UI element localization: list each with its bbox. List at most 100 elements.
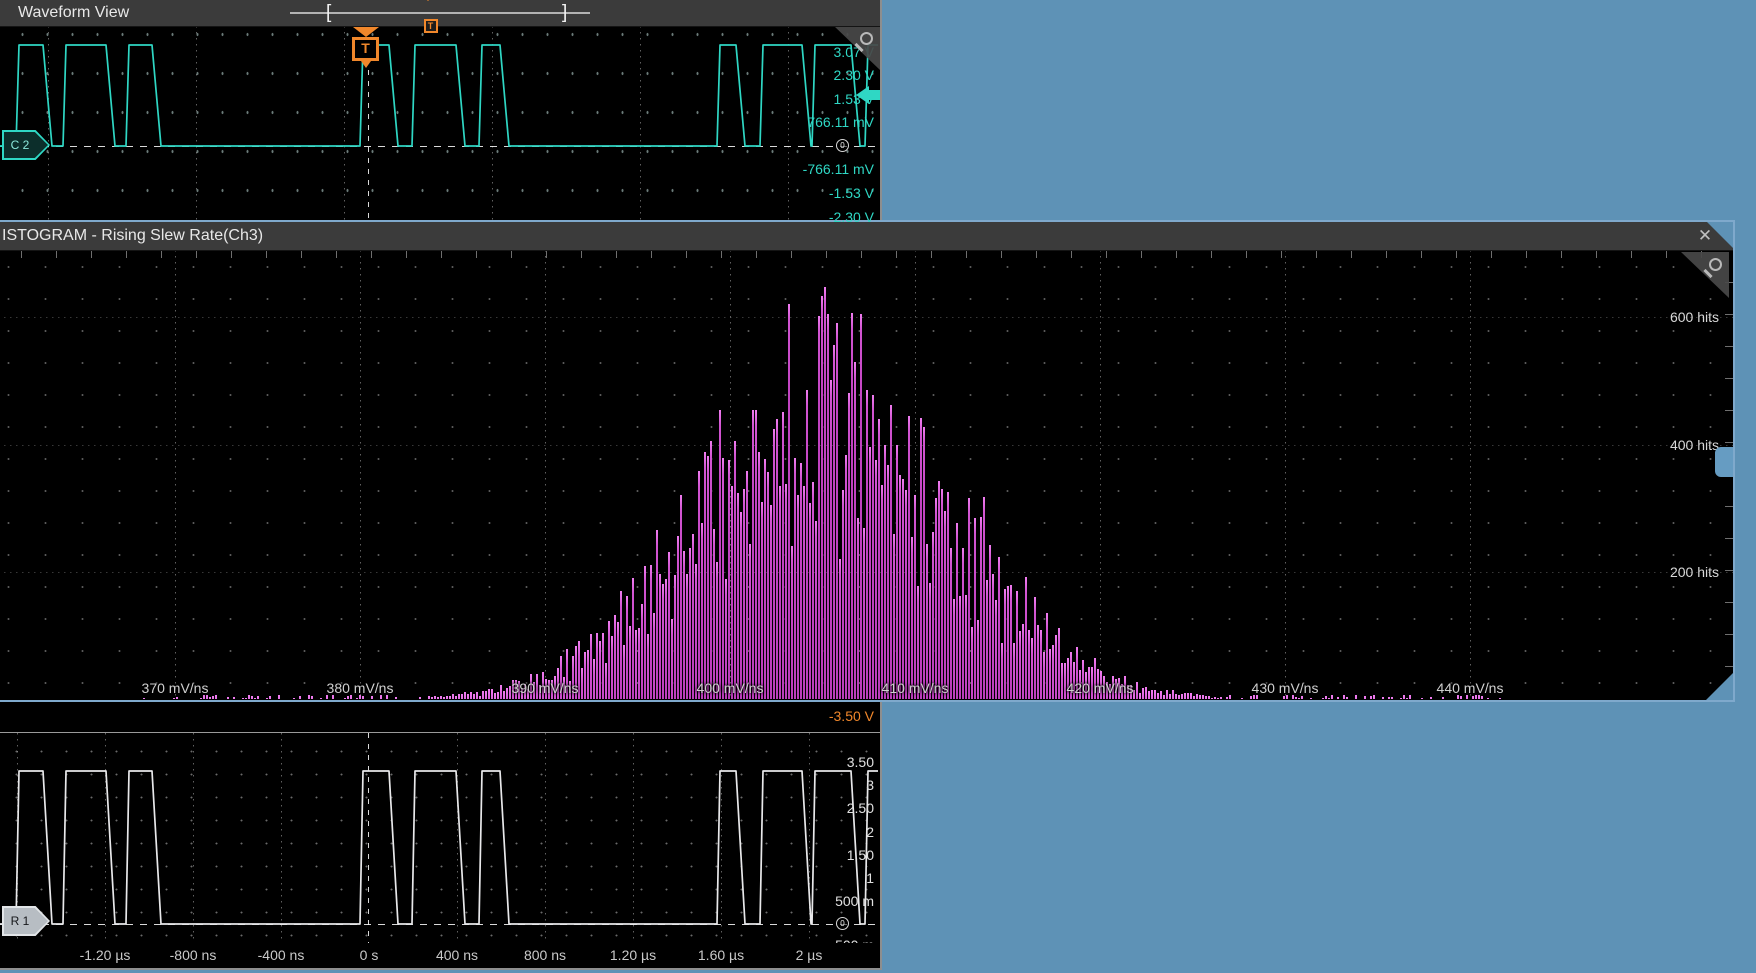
histogram-bar xyxy=(914,495,916,699)
histogram-bar xyxy=(794,458,796,699)
histogram-bar xyxy=(1226,697,1228,699)
histogram-bar xyxy=(320,698,322,699)
r1-ground-marker: 0 xyxy=(836,917,849,930)
histogram-bar xyxy=(785,484,787,699)
histogram-bar xyxy=(950,548,952,699)
histogram-bar xyxy=(875,460,877,699)
channel-badge-r1[interactable]: R 1 xyxy=(2,906,50,936)
histogram-bar xyxy=(626,596,628,699)
histogram-bar xyxy=(701,523,703,699)
histogram-bar xyxy=(1160,691,1162,699)
histogram-bar xyxy=(1031,638,1033,699)
histogram-bar xyxy=(992,574,994,699)
ch2-scale-label: -766.11 mV xyxy=(803,161,874,177)
histogram-bar xyxy=(356,698,358,699)
waveform-view-titlebar[interactable]: Waveform View [ ] T xyxy=(0,0,880,27)
histogram-bar xyxy=(476,692,478,699)
time-tick-label: 0 s xyxy=(321,947,417,963)
histogram-bar xyxy=(1298,698,1300,699)
histogram-bar xyxy=(857,518,859,699)
histogram-bar xyxy=(773,429,775,699)
trigger-arrow-icon xyxy=(353,27,379,37)
histogram-bar xyxy=(677,536,679,699)
histogram-bar xyxy=(947,492,949,699)
ch2-trace xyxy=(0,45,878,146)
histogram-bar xyxy=(395,697,397,699)
trigger-tail-icon xyxy=(361,61,371,68)
histogram-bar xyxy=(671,619,673,699)
histogram-bar xyxy=(1370,696,1372,699)
histogram-bar xyxy=(818,316,820,699)
histogram-bar xyxy=(722,458,724,699)
histogram-bar xyxy=(1184,693,1186,699)
histogram-bar xyxy=(1400,698,1402,699)
ch2-scale-label: -1.53 V xyxy=(829,185,874,201)
histogram-bar xyxy=(1214,697,1216,699)
histogram-bar xyxy=(1208,696,1210,699)
minimap-right-bracket[interactable]: ] xyxy=(562,0,567,25)
magnifier-icon xyxy=(1702,256,1724,278)
trigger-level-arrow[interactable] xyxy=(856,86,880,104)
histogram-bar xyxy=(1040,630,1042,699)
histogram-bar xyxy=(479,696,481,699)
histogram-title: ISTOGRAM - Rising Slew Rate(Ch3) xyxy=(2,222,263,250)
histogram-bar xyxy=(431,697,433,699)
time-tick-label: -800 ns xyxy=(145,947,241,963)
histogram-bar xyxy=(695,564,697,699)
histogram-titlebar[interactable]: ISTOGRAM - Rising Slew Rate(Ch3) ✕ xyxy=(0,222,1733,251)
histogram-bar xyxy=(1037,625,1039,699)
time-tick-label: 1.20 µs xyxy=(585,947,681,963)
histogram-bar xyxy=(836,323,838,699)
histogram-bar xyxy=(983,497,985,699)
histogram-bar xyxy=(809,503,811,699)
histogram-bar xyxy=(1343,695,1345,699)
histogram-bar xyxy=(1007,586,1009,699)
histogram-bar xyxy=(227,697,229,699)
histogram-bar xyxy=(1025,577,1027,699)
histogram-bar xyxy=(1004,589,1006,699)
histogram-bar xyxy=(839,559,841,699)
histogram-bar xyxy=(1373,695,1375,699)
histogram-plot[interactable]: 370 mV/ns380 mV/ns390 mV/ns400 mV/ns410 … xyxy=(0,250,1733,700)
minimap-trigger-marker[interactable]: T xyxy=(422,1,439,33)
histogram-bar xyxy=(446,696,448,699)
right-edge-handle[interactable] xyxy=(1715,447,1733,477)
histogram-bar xyxy=(977,620,979,699)
histogram-bar xyxy=(923,427,925,699)
histogram-bar xyxy=(974,518,976,699)
minimap-left-bracket[interactable]: [ xyxy=(326,0,331,25)
histogram-bar xyxy=(995,600,997,699)
histogram-bar xyxy=(932,532,934,699)
histogram-bar xyxy=(1172,690,1174,699)
histogram-bar xyxy=(1169,694,1171,699)
histogram-bar xyxy=(887,465,889,699)
histogram-bar xyxy=(608,621,610,699)
histogram-bar xyxy=(1310,698,1312,699)
histogram-bar xyxy=(419,697,421,699)
histogram-bar xyxy=(884,445,886,699)
histogram-bar xyxy=(920,418,922,699)
trigger-position-badge[interactable]: T xyxy=(352,27,379,68)
y-tick-label: 600 hits xyxy=(1670,309,1719,325)
histogram-bar xyxy=(641,604,643,699)
ch2-waveform-plot[interactable]: T C 2 0 3.07 V2.30 V1.53 V766.11 mV-766.… xyxy=(0,26,880,222)
horizontal-position-minimap[interactable]: [ ] T xyxy=(290,0,590,26)
histogram-bar xyxy=(743,489,745,699)
histogram-bar xyxy=(470,692,472,699)
x-tick-label: 380 mV/ns xyxy=(305,680,415,696)
histogram-bar xyxy=(1460,696,1462,699)
histogram-bar xyxy=(1364,696,1366,699)
histogram-bar xyxy=(443,697,445,699)
histogram-bar xyxy=(347,696,349,699)
histogram-bar xyxy=(1205,696,1207,699)
channel-badge-c2[interactable]: C 2 xyxy=(2,130,50,160)
histogram-bar xyxy=(1388,697,1390,699)
histogram-bar xyxy=(800,463,802,699)
histogram-bar xyxy=(311,696,313,699)
histogram-bar xyxy=(440,696,442,699)
r1-scale-label: 500 m xyxy=(835,893,874,909)
r1-waveform-plot[interactable]: R 1 0 3.5032.5021.501500 m-500 m xyxy=(0,733,880,943)
histogram-bar xyxy=(1166,690,1168,699)
histogram-bar xyxy=(716,562,718,699)
histogram-bar xyxy=(1430,697,1432,699)
